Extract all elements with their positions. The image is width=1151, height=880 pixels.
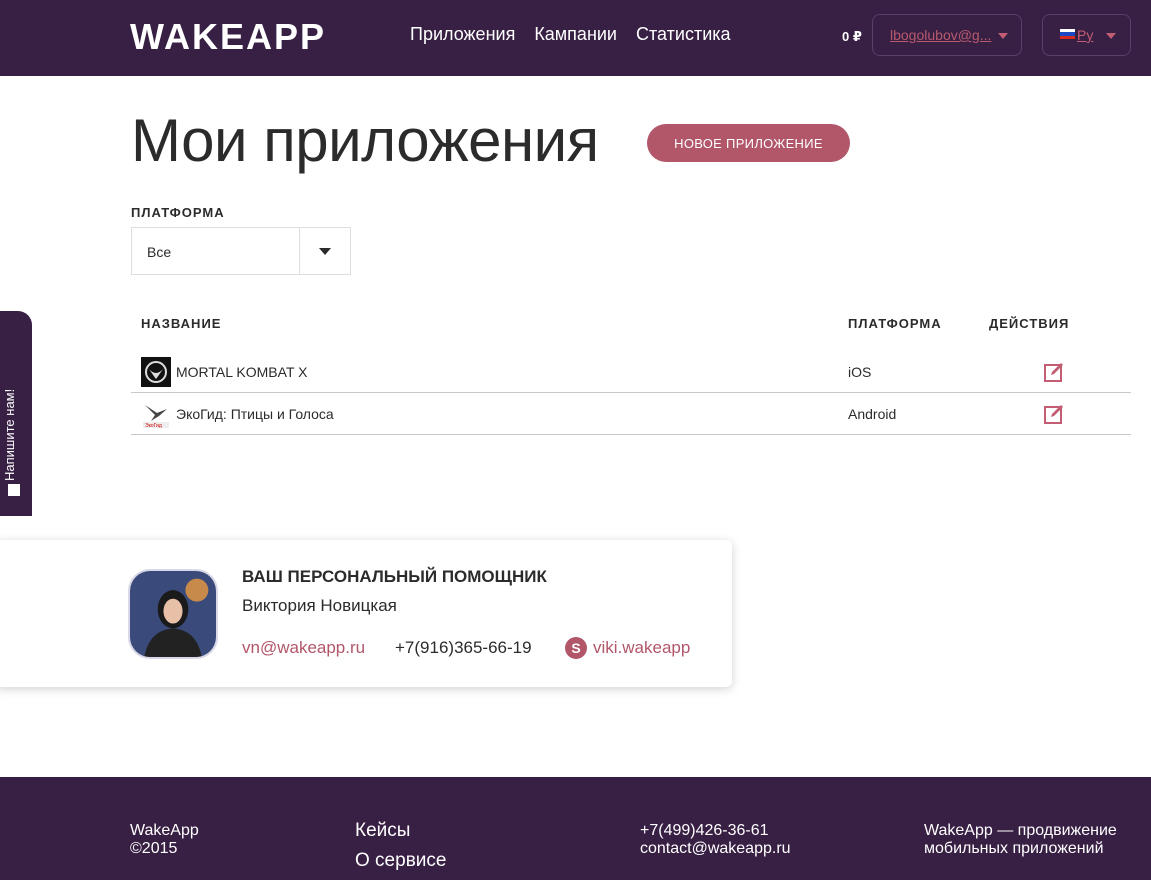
footer-phone[interactable]: +7(499)426-36-61 <box>640 822 791 840</box>
avatar <box>128 569 218 659</box>
footer-link-about[interactable]: О сервисе <box>355 851 446 870</box>
platform-select-value: Все <box>147 244 172 260</box>
language-dropdown[interactable]: Ру <box>1042 14 1131 56</box>
table-row[interactable]: ЭкоГид ЭкоГид: Птицы и Голоса Android <box>131 393 1131 435</box>
ecoguide-bird-icon: ЭкоГид <box>141 399 171 429</box>
new-app-button[interactable]: НОВОЕ ПРИЛОЖЕНИЕ <box>647 124 850 162</box>
assistant-skype-link[interactable]: viki.wakeapp <box>593 638 690 658</box>
edit-icon[interactable] <box>1043 361 1065 383</box>
select-divider <box>299 228 300 274</box>
contact-us-label[interactable]: Напишите нам! <box>2 371 17 481</box>
personal-assistant-card: ВАШ ПЕРСОНАЛЬНЫЙ ПОМОЩНИК Виктория Новиц… <box>0 540 732 687</box>
footer-tagline: WakeApp — продвижение мобильных приложен… <box>924 822 1117 858</box>
user-menu-dropdown[interactable]: lbogolubov@g... <box>872 14 1022 56</box>
platform-select[interactable]: Все <box>131 227 351 275</box>
svg-text:S: S <box>571 640 580 656</box>
footer-tagline-line: мобильных приложений <box>924 840 1104 857</box>
footer-email[interactable]: contact@wakeapp.ru <box>640 840 791 858</box>
russia-flag-icon <box>1060 29 1075 39</box>
app-name[interactable]: ЭкоГид: Птицы и Голоса <box>176 406 334 422</box>
nav-campaigns[interactable]: Кампании <box>534 24 617 45</box>
main-nav: Приложения Кампании Статистика <box>410 24 731 45</box>
chevron-down-icon <box>998 33 1008 39</box>
footer-links: Кейсы О сервисе <box>355 821 446 870</box>
svg-text:WAKEAPP: WAKEAPP <box>130 16 326 52</box>
assistant-card-title: ВАШ ПЕРСОНАЛЬНЫЙ ПОМОЩНИК <box>242 567 547 586</box>
user-email[interactable]: lbogolubov@g... <box>890 27 994 43</box>
assistant-email-link[interactable]: vn@wakeapp.ru <box>242 638 365 658</box>
mortal-kombat-icon <box>141 357 171 387</box>
platform-filter-label: ПЛАТФОРМА <box>131 205 225 220</box>
page-title: Мои приложения <box>131 107 599 174</box>
nav-statistics[interactable]: Статистика <box>636 24 731 45</box>
arrow-icon <box>8 484 20 496</box>
assistant-phone: +7(916)365-66-19 <box>395 638 532 657</box>
wakeapp-logo[interactable]: WAKEAPP <box>130 14 366 52</box>
footer-brand-name: WakeApp <box>130 822 199 839</box>
column-header-name: НАЗВАНИЕ <box>141 316 222 331</box>
app-platform: iOS <box>848 364 872 380</box>
table-row[interactable]: MORTAL KOMBAT X iOS <box>131 351 1131 393</box>
column-header-actions: ДЕЙСТВИЯ <box>989 316 1070 331</box>
chevron-down-icon[interactable] <box>319 248 331 255</box>
edit-icon[interactable] <box>1043 403 1065 425</box>
chevron-down-icon <box>1106 33 1116 39</box>
footer-tagline-line: WakeApp — продвижение <box>924 822 1117 839</box>
app-platform: Android <box>848 406 897 422</box>
skype-icon: S <box>565 637 587 659</box>
column-header-platform: ПЛАТФОРМА <box>848 316 942 331</box>
svg-text:ЭкоГид: ЭкоГид <box>145 423 162 429</box>
contact-us-tab[interactable]: Напишите нам! <box>0 311 32 516</box>
app-name[interactable]: MORTAL KOMBAT X <box>176 364 307 380</box>
footer-brand: WakeApp ©2015 <box>130 822 199 858</box>
language-label[interactable]: Ру <box>1077 27 1093 43</box>
top-header: WAKEAPP Приложения Кампании Статистика 0… <box>0 0 1151 76</box>
footer: WakeApp ©2015 Кейсы О сервисе +7(499)426… <box>0 777 1151 880</box>
footer-copyright: ©2015 <box>130 840 178 857</box>
nav-applications[interactable]: Приложения <box>410 24 515 45</box>
footer-contacts: +7(499)426-36-61 contact@wakeapp.ru <box>640 822 791 858</box>
footer-link-cases[interactable]: Кейсы <box>355 821 446 840</box>
assistant-name: Виктория Новицкая <box>242 596 397 615</box>
account-balance: 0 ₽ <box>842 29 862 44</box>
